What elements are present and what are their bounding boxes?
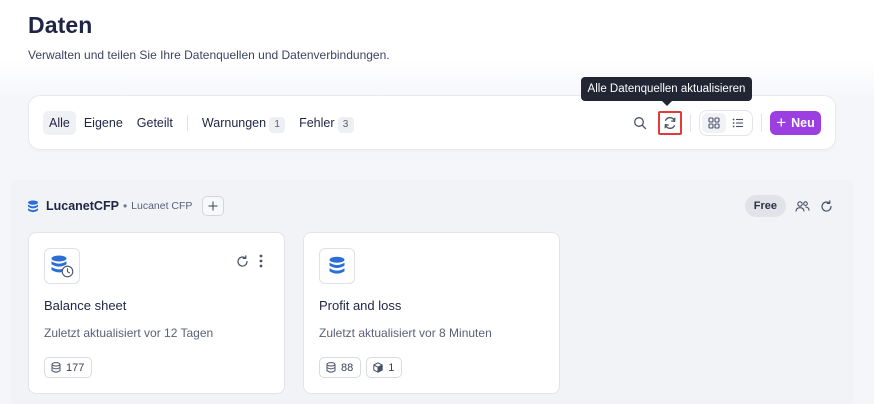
refresh-icon [820,199,832,212]
view-toggle [699,110,753,136]
warnings-count-badge: 1 [269,117,286,133]
card-more-button[interactable] [252,249,270,273]
data-source-card[interactable]: Balance sheet Zuletzt aktualisiert vor 1… [28,232,285,394]
filter-toolbar: Alle Eigene Geteilt Warnungen1 Fehler3 [28,95,836,150]
page-subtitle: Verwalten und teilen Sie Ihre Datenquell… [28,48,390,62]
group-actions: Free [744,194,838,218]
toolbar-divider-2 [761,114,762,132]
filter-errors-label: Fehler [299,116,335,130]
cube-icon [373,362,383,373]
card-icon [319,248,355,284]
search-button[interactable] [628,111,652,135]
share-users-button[interactable] [790,194,814,218]
list-view-icon [732,118,743,128]
toolbar-actions: + Neu [628,109,821,137]
filter-all[interactable]: Alle [43,111,76,135]
card-updated: Zuletzt aktualisiert vor 12 Tagen [44,326,214,340]
stat-value: 177 [66,361,85,374]
card-stats: 177 [44,357,97,378]
plus-icon [208,201,218,211]
grid-view-icon [708,117,720,129]
tooltip: Alle Datenquellen aktualisieren [581,77,752,101]
database-icon [51,362,61,373]
database-icon [326,362,336,373]
group-name: LucanetCFP [46,199,119,213]
page-title: Daten [28,12,93,38]
errors-count-badge: 3 [337,117,354,133]
stat-value: 88 [341,361,354,374]
data-source-group: LucanetCFP • Lucanet CFP Free Balance sh… [10,180,854,404]
card-actions [232,249,270,273]
filter-divider [186,115,188,131]
group-refresh-button[interactable] [814,194,838,218]
plan-badge: Free [744,195,786,217]
search-icon [634,117,647,130]
grid-view-button[interactable] [702,113,726,133]
stat-chip: 88 [319,357,362,378]
add-source-button[interactable] [202,196,225,216]
stat-chip: 177 [44,357,93,378]
refresh-icon [236,254,248,267]
refresh-all-button[interactable] [658,111,682,135]
page-header: Daten [28,12,92,39]
database-clock-icon [51,255,74,278]
filter-warnings-label: Warnungen [201,116,267,130]
card-refresh-button[interactable] [232,249,252,273]
filter-shared[interactable]: Geteilt [131,111,179,135]
tooltip-arrow [661,100,673,106]
database-icon [329,256,345,274]
plus-icon: + [776,112,787,132]
stat-value: 1 [388,361,395,374]
new-button-label: Neu [791,116,815,130]
list-view-button[interactable] [726,113,750,133]
card-title: Balance sheet [44,298,127,313]
filter-warnings[interactable]: Warnungen 1 [196,111,291,135]
new-button[interactable]: + Neu [770,111,821,135]
card-updated: Zuletzt aktualisiert vor 8 Minuten [319,326,492,340]
database-icon [28,200,38,212]
group-separator: • [122,199,128,213]
refresh-icon [664,117,676,129]
filter-group: Alle Eigene Geteilt Warnungen 1 Fehler 3 [43,111,362,135]
users-icon [794,200,810,212]
group-header: LucanetCFP • Lucanet CFP [27,196,225,216]
data-source-card[interactable]: Profit and loss Zuletzt aktualisiert vor… [303,232,560,394]
more-vertical-icon [259,254,263,268]
stat-chip: 1 [366,357,403,378]
card-stats: 88 1 [319,357,407,378]
toolbar-divider [690,114,691,132]
filter-errors[interactable]: Fehler 3 [293,111,359,135]
card-icon [44,248,80,284]
group-subtitle: Lucanet CFP [131,200,193,212]
filter-own[interactable]: Eigene [78,111,129,135]
card-title: Profit and loss [319,298,402,313]
